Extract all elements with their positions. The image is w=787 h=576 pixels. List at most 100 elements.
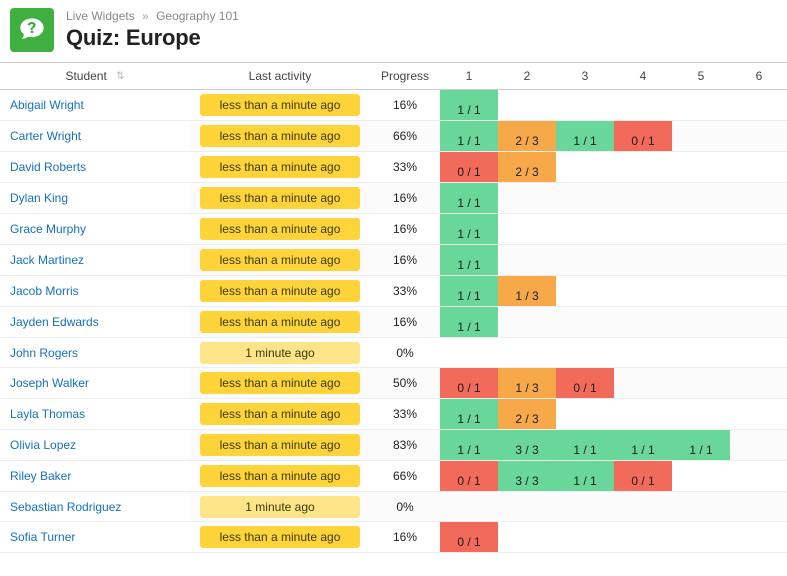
table-row: Jayden Edwardsless than a minute ago16%1…	[0, 307, 787, 338]
col-q1[interactable]: 1	[440, 63, 498, 90]
col-activity[interactable]: Last activity	[190, 63, 370, 90]
col-q2[interactable]: 2	[498, 63, 556, 90]
progress-cell: 16%	[370, 245, 440, 276]
score-cell-q4	[614, 90, 672, 121]
score-value: 1 / 1	[440, 214, 498, 244]
activity-badge: less than a minute ago	[200, 187, 360, 209]
score-value: 1 / 1	[440, 276, 498, 306]
score-cell-q4	[614, 183, 672, 214]
activity-cell: less than a minute ago	[190, 430, 370, 461]
breadcrumb-root[interactable]: Live Widgets	[66, 9, 135, 23]
score-value: 0 / 1	[614, 121, 672, 151]
student-cell: Jacob Morris	[0, 276, 190, 307]
score-value: 1 / 1	[672, 430, 730, 460]
activity-cell: less than a minute ago	[190, 214, 370, 245]
table-row: Abigail Wrightless than a minute ago16%1…	[0, 90, 787, 121]
progress-cell: 0%	[370, 492, 440, 522]
student-link[interactable]: Sofia Turner	[10, 530, 75, 544]
sort-icon: ⇅	[116, 71, 124, 82]
score-value: 2 / 3	[498, 399, 556, 429]
score-value: 1 / 3	[498, 276, 556, 306]
table-row: Jack Martinezless than a minute ago16%1 …	[0, 245, 787, 276]
col-student[interactable]: Student ⇅	[0, 63, 190, 90]
score-cell-q5	[672, 399, 730, 430]
score-cell-q4	[614, 492, 672, 522]
col-q5[interactable]: 5	[672, 63, 730, 90]
score-cell-q6	[730, 338, 787, 368]
student-link[interactable]: Dylan King	[10, 191, 68, 205]
table-row: Layla Thomasless than a minute ago33%1 /…	[0, 399, 787, 430]
activity-badge: less than a minute ago	[200, 156, 360, 178]
score-cell-q2: 1 / 3	[498, 368, 556, 399]
activity-cell: less than a minute ago	[190, 461, 370, 492]
student-link[interactable]: Riley Baker	[10, 469, 71, 483]
score-cell-q6	[730, 152, 787, 183]
student-link[interactable]: Jack Martinez	[10, 253, 84, 267]
col-q4[interactable]: 4	[614, 63, 672, 90]
score-cell-q5	[672, 276, 730, 307]
activity-badge: less than a minute ago	[200, 434, 360, 456]
score-cell-q4: 1 / 1	[614, 430, 672, 461]
student-link[interactable]: John Rogers	[10, 346, 78, 360]
progress-cell: 33%	[370, 152, 440, 183]
student-link[interactable]: Jayden Edwards	[10, 315, 99, 329]
score-cell-q3	[556, 214, 614, 245]
score-cell-q4	[614, 214, 672, 245]
student-link[interactable]: Sebastian Rodriguez	[10, 500, 121, 514]
student-link[interactable]: Joseph Walker	[10, 376, 89, 390]
score-cell-q4	[614, 276, 672, 307]
activity-cell: less than a minute ago	[190, 152, 370, 183]
score-cell-q1: 0 / 1	[440, 461, 498, 492]
score-cell-q1	[440, 338, 498, 368]
score-cell-q1: 1 / 1	[440, 183, 498, 214]
student-cell: Riley Baker	[0, 461, 190, 492]
student-link[interactable]: Grace Murphy	[10, 222, 86, 236]
score-cell-q6	[730, 461, 787, 492]
student-cell: Sebastian Rodriguez	[0, 492, 190, 522]
score-cell-q4	[614, 399, 672, 430]
score-cell-q5	[672, 338, 730, 368]
score-cell-q4: 0 / 1	[614, 461, 672, 492]
student-cell: David Roberts	[0, 152, 190, 183]
col-q3[interactable]: 3	[556, 63, 614, 90]
score-value: 1 / 1	[556, 430, 614, 460]
score-cell-q3	[556, 90, 614, 121]
score-value: 3 / 3	[498, 430, 556, 460]
table-row: Joseph Walkerless than a minute ago50%0 …	[0, 368, 787, 399]
score-cell-q3	[556, 522, 614, 553]
score-cell-q2: 2 / 3	[498, 399, 556, 430]
score-cell-q4	[614, 338, 672, 368]
activity-cell: less than a minute ago	[190, 276, 370, 307]
student-link[interactable]: Olivia Lopez	[10, 438, 76, 452]
student-link[interactable]: Abigail Wright	[10, 98, 84, 112]
breadcrumb-section[interactable]: Geography 101	[156, 9, 239, 23]
score-cell-q6	[730, 492, 787, 522]
student-cell: Carter Wright	[0, 121, 190, 152]
score-cell-q5	[672, 492, 730, 522]
score-cell-q3: 1 / 1	[556, 121, 614, 152]
col-progress[interactable]: Progress	[370, 63, 440, 90]
score-cell-q3	[556, 245, 614, 276]
student-link[interactable]: Carter Wright	[10, 129, 81, 143]
col-q6[interactable]: 6	[730, 63, 787, 90]
activity-badge: less than a minute ago	[200, 403, 360, 425]
score-cell-q6	[730, 183, 787, 214]
score-cell-q5	[672, 368, 730, 399]
score-value: 0 / 1	[440, 461, 498, 491]
student-link[interactable]: David Roberts	[10, 160, 86, 174]
activity-badge: less than a minute ago	[200, 526, 360, 548]
student-link[interactable]: Layla Thomas	[10, 407, 85, 421]
score-cell-q1: 1 / 1	[440, 121, 498, 152]
student-link[interactable]: Jacob Morris	[10, 284, 79, 298]
activity-badge: less than a minute ago	[200, 465, 360, 487]
table-row: Dylan Kingless than a minute ago16%1 / 1	[0, 183, 787, 214]
score-cell-q2	[498, 183, 556, 214]
score-value: 0 / 1	[440, 152, 498, 182]
student-cell: Joseph Walker	[0, 368, 190, 399]
activity-cell: less than a minute ago	[190, 183, 370, 214]
score-cell-q4	[614, 368, 672, 399]
score-value: 1 / 1	[556, 461, 614, 491]
score-cell-q6	[730, 522, 787, 553]
score-cell-q3: 1 / 1	[556, 430, 614, 461]
score-value: 1 / 1	[440, 245, 498, 275]
